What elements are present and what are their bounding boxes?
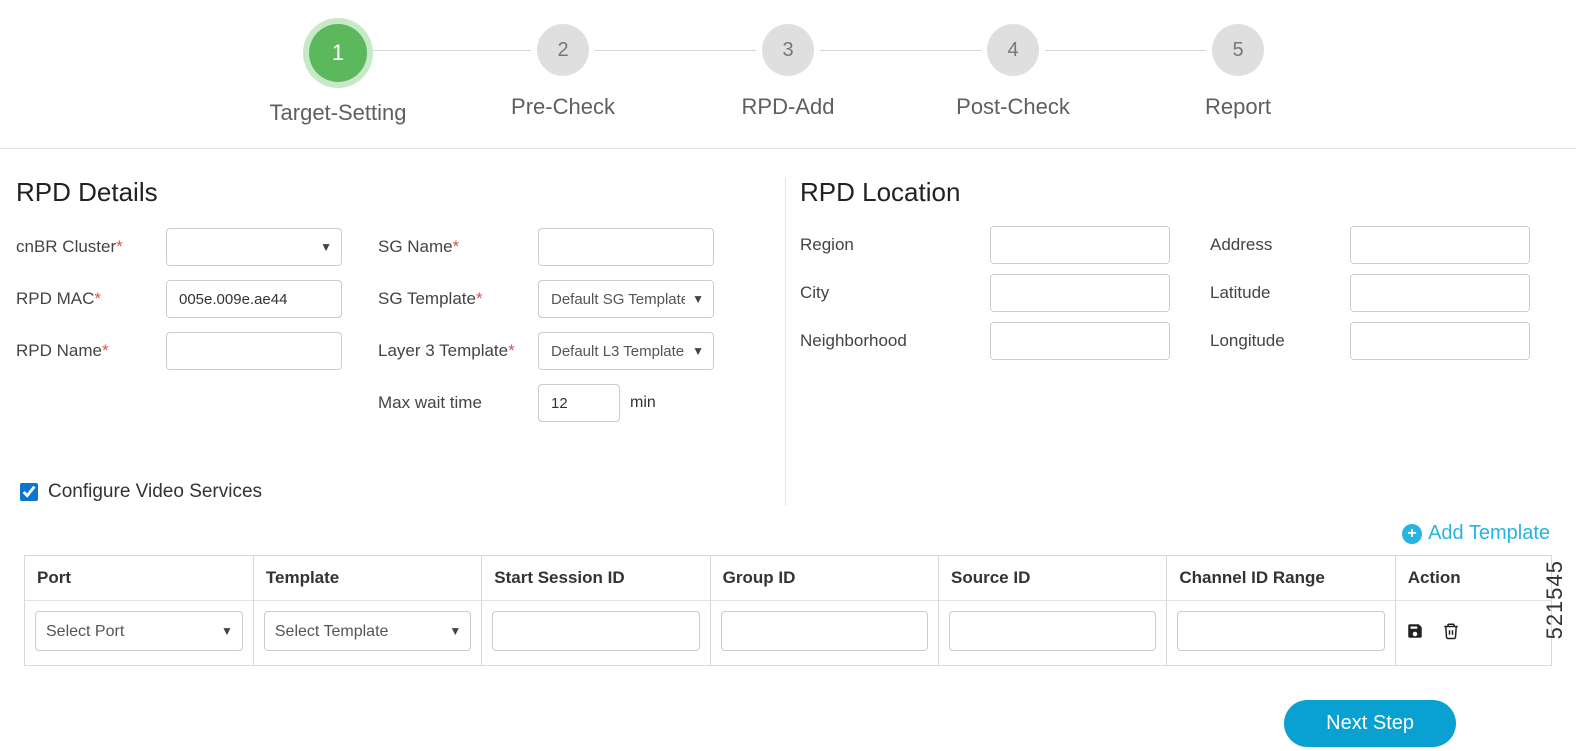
th-port: Port <box>25 556 253 601</box>
add-template-button[interactable]: + Add Template <box>1402 522 1550 545</box>
step-label: Pre-Check <box>511 94 615 120</box>
step-label: Report <box>1205 94 1271 120</box>
sg-name-input[interactable] <box>538 228 714 266</box>
add-template-label: Add Template <box>1428 522 1550 545</box>
step-number: 3 <box>762 24 814 76</box>
l3-template-label: Layer 3 Template* <box>378 341 538 361</box>
stepper: 1 Target-Setting 2 Pre-Check 3 RPD-Add 4… <box>0 0 1576 149</box>
city-label: City <box>800 283 950 303</box>
cnbr-cluster-label: cnBR Cluster* <box>16 237 166 257</box>
th-group-id: Group ID <box>710 556 938 601</box>
configure-video-services-label: Configure Video Services <box>48 481 262 503</box>
video-services-table: Port Template Start Session ID Group ID … <box>24 555 1552 666</box>
rpd-name-label: RPD Name* <box>16 341 166 361</box>
configure-video-services-checkbox[interactable] <box>20 483 38 501</box>
rpd-details-title: RPD Details <box>16 177 773 208</box>
latitude-input[interactable] <box>1350 274 1530 312</box>
th-channel-range: Channel ID Range <box>1167 556 1395 601</box>
th-source-id: Source ID <box>939 556 1167 601</box>
step-number: 1 <box>309 24 367 82</box>
th-action: Action <box>1395 556 1551 601</box>
step-number: 4 <box>987 24 1039 76</box>
side-code-label: 521545 <box>1542 560 1568 639</box>
address-input[interactable] <box>1350 226 1530 264</box>
cnbr-cluster-select[interactable] <box>166 228 342 266</box>
step-pre-check[interactable]: 2 Pre-Check <box>451 24 676 120</box>
group-id-input[interactable] <box>721 611 928 651</box>
channel-range-input[interactable] <box>1177 611 1384 651</box>
city-input[interactable] <box>990 274 1170 312</box>
sg-template-select[interactable]: Default SG Template <box>538 280 714 318</box>
configure-video-services-toggle[interactable]: Configure Video Services <box>16 480 262 504</box>
step-label: RPD-Add <box>742 94 835 120</box>
longitude-label: Longitude <box>1210 331 1310 351</box>
longitude-input[interactable] <box>1350 322 1530 360</box>
neighborhood-input[interactable] <box>990 322 1170 360</box>
th-template: Template <box>253 556 481 601</box>
next-step-button[interactable]: Next Step <box>1284 700 1456 747</box>
template-select[interactable]: Select Template <box>264 611 471 651</box>
plus-circle-icon: + <box>1402 524 1422 544</box>
save-icon[interactable] <box>1406 622 1424 640</box>
region-input[interactable] <box>990 226 1170 264</box>
step-post-check[interactable]: 4 Post-Check <box>901 24 1126 120</box>
rpd-name-input[interactable] <box>166 332 342 370</box>
neighborhood-label: Neighborhood <box>800 331 950 351</box>
max-wait-unit: min <box>630 394 656 412</box>
rpd-mac-label: RPD MAC* <box>16 289 166 309</box>
step-report[interactable]: 5 Report <box>1126 24 1351 120</box>
l3-template-select[interactable]: Default L3 Template <box>538 332 714 370</box>
port-select[interactable]: Select Port <box>35 611 243 651</box>
rpd-mac-input[interactable] <box>166 280 342 318</box>
source-id-input[interactable] <box>949 611 1156 651</box>
step-number: 2 <box>537 24 589 76</box>
step-number: 5 <box>1212 24 1264 76</box>
latitude-label: Latitude <box>1210 283 1310 303</box>
address-label: Address <box>1210 235 1310 255</box>
rpd-location-title: RPD Location <box>800 177 1560 208</box>
delete-icon[interactable] <box>1442 622 1460 640</box>
region-label: Region <box>800 235 950 255</box>
th-start-session: Start Session ID <box>482 556 710 601</box>
sg-template-label: SG Template* <box>378 289 538 309</box>
step-target-setting[interactable]: 1 Target-Setting <box>226 24 451 126</box>
max-wait-input[interactable] <box>538 384 620 422</box>
start-session-input[interactable] <box>492 611 699 651</box>
step-rpd-add[interactable]: 3 RPD-Add <box>676 24 901 120</box>
max-wait-label: Max wait time <box>378 393 538 413</box>
table-row: Select Port▼ Select Template▼ <box>25 601 1551 666</box>
step-label: Target-Setting <box>270 100 407 126</box>
sg-name-label: SG Name* <box>378 237 538 257</box>
step-label: Post-Check <box>956 94 1070 120</box>
